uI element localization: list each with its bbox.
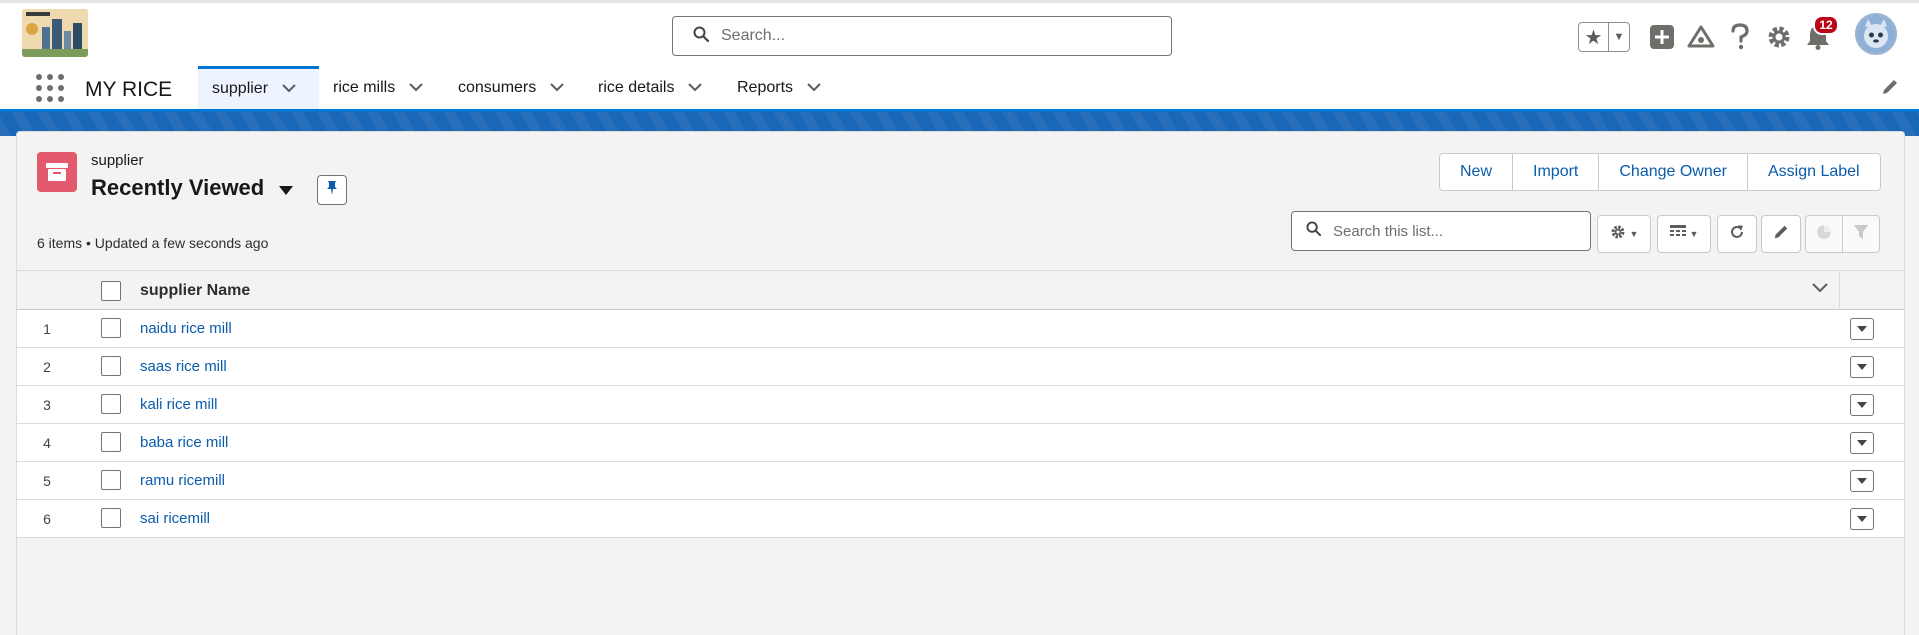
tab-label: supplier [212, 80, 269, 97]
table-row: 5 ramu ricemill [17, 462, 1904, 500]
table-row: 2 saas rice mill [17, 348, 1904, 386]
chevron-down-icon: ▼ [1629, 229, 1639, 239]
tab-rice-details[interactable]: rice details [584, 66, 703, 109]
tab-label: consumers [458, 78, 537, 96]
column-header-supplier-name[interactable]: supplier Name [140, 282, 250, 300]
change-owner-button[interactable]: Change Owner [1599, 154, 1748, 190]
list-view-controls-button[interactable]: ▼ [1597, 215, 1651, 253]
import-button[interactable]: Import [1513, 154, 1600, 190]
gear-icon [1610, 224, 1626, 245]
tab-rice-mills[interactable]: rice mills [319, 66, 423, 109]
row-number: 6 [43, 511, 51, 527]
supplier-name-link[interactable]: sai ricemill [140, 510, 210, 527]
chevron-down-icon[interactable] [550, 79, 564, 97]
chevron-down-icon[interactable] [688, 79, 703, 97]
row-actions-chevron-icon[interactable] [1850, 508, 1874, 530]
tab-supplier[interactable]: supplier [198, 66, 319, 109]
supplier-name-link[interactable]: kali rice mill [140, 396, 218, 413]
supplier-name-link[interactable]: naidu rice mill [140, 320, 232, 337]
header-actions: ★ ▼ 12 [0, 3, 1919, 55]
tab-label: rice details [598, 78, 675, 96]
row-number: 4 [43, 435, 51, 451]
star-icon[interactable]: ★ [1579, 23, 1609, 51]
tab-label: Reports [737, 78, 794, 96]
filter-icon [1853, 224, 1869, 245]
list-search-input[interactable]: Search this list... [1291, 211, 1591, 251]
supplier-object-icon [37, 152, 77, 192]
list-view-title[interactable]: Recently Viewed [91, 175, 264, 201]
row-actions-chevron-icon[interactable] [1850, 318, 1874, 340]
setup-gear-icon[interactable] [1763, 21, 1795, 53]
supplier-list-table: supplier Name 1 naidu rice mill 2 saas r… [17, 270, 1904, 538]
row-number: 2 [43, 359, 51, 375]
chevron-down-icon[interactable]: ▼ [1609, 23, 1629, 51]
object-label: supplier [91, 152, 144, 169]
chevron-down-icon: ▼ [1689, 229, 1699, 239]
list-actions: New Import Change Owner Assign Label [1439, 153, 1881, 191]
supplier-name-link[interactable]: ramu ricemill [140, 472, 225, 489]
pencil-icon [1773, 224, 1789, 245]
row-number: 3 [43, 397, 51, 413]
row-checkbox[interactable] [101, 394, 121, 414]
chevron-down-icon[interactable] [282, 80, 296, 98]
global-actions-add-icon[interactable] [1646, 21, 1678, 53]
help-icon[interactable] [1724, 21, 1756, 53]
tab-reports[interactable]: Reports [723, 66, 821, 109]
row-number: 5 [43, 473, 51, 489]
row-checkbox[interactable] [101, 508, 121, 528]
supplier-name-link[interactable]: saas rice mill [140, 358, 227, 375]
charts-button[interactable] [1805, 215, 1843, 253]
table-row: 4 baba rice mill [17, 424, 1904, 462]
edit-nav-pencil-icon[interactable] [1881, 78, 1899, 101]
table-icon [1669, 224, 1686, 244]
list-view-switcher-icon[interactable] [279, 182, 293, 200]
column-divider [1839, 271, 1840, 311]
favorites-button[interactable]: ★ ▼ [1578, 22, 1630, 52]
row-checkbox[interactable] [101, 432, 121, 452]
search-icon [1306, 221, 1322, 241]
user-avatar[interactable] [1855, 13, 1897, 55]
pin-icon [326, 180, 338, 201]
table-row: 3 kali rice mill [17, 386, 1904, 424]
table-row: 6 sai ricemill [17, 500, 1904, 538]
refresh-icon [1729, 224, 1745, 245]
supplier-name-link[interactable]: baba rice mill [140, 434, 228, 451]
pin-list-view-button[interactable] [317, 175, 347, 205]
trailhead-guidance-icon[interactable] [1685, 21, 1717, 53]
app-name: MY RICE [85, 78, 173, 101]
chevron-down-icon[interactable] [807, 79, 821, 97]
column-actions-chevron-icon[interactable] [1812, 280, 1828, 298]
chevron-down-icon[interactable] [409, 79, 423, 97]
list-meta-info: 6 items • Updated a few seconds ago [37, 235, 269, 251]
app-launcher-icon[interactable] [36, 74, 64, 102]
row-checkbox[interactable] [101, 470, 121, 490]
filter-button[interactable] [1842, 215, 1880, 253]
new-button[interactable]: New [1440, 154, 1514, 190]
global-header: Search... ★ ▼ 12 [0, 0, 1919, 66]
tab-label: rice mills [333, 78, 396, 96]
assign-label-button[interactable]: Assign Label [1747, 154, 1880, 190]
app-navigation-bar: MY RICE supplier rice mills consumers ri… [0, 66, 1919, 112]
row-actions-chevron-icon[interactable] [1850, 394, 1874, 416]
row-actions-chevron-icon[interactable] [1850, 470, 1874, 492]
table-header-row: supplier Name [17, 270, 1904, 311]
pie-chart-icon [1816, 224, 1832, 245]
table-row: 1 naidu rice mill [17, 310, 1904, 348]
select-all-checkbox[interactable] [101, 281, 121, 301]
row-checkbox[interactable] [101, 356, 121, 376]
list-search-placeholder: Search this list... [1333, 222, 1444, 240]
list-view-card: supplier Recently Viewed 6 items • Updat… [16, 131, 1905, 635]
display-as-table-button[interactable]: ▼ [1657, 215, 1711, 253]
refresh-button[interactable] [1717, 215, 1757, 253]
row-number: 1 [43, 321, 51, 337]
row-actions-chevron-icon[interactable] [1850, 432, 1874, 454]
row-actions-chevron-icon[interactable] [1850, 356, 1874, 378]
notification-badge: 12 [1813, 15, 1839, 35]
inline-edit-button[interactable] [1761, 215, 1801, 253]
row-checkbox[interactable] [101, 318, 121, 338]
tab-consumers[interactable]: consumers [444, 66, 564, 109]
